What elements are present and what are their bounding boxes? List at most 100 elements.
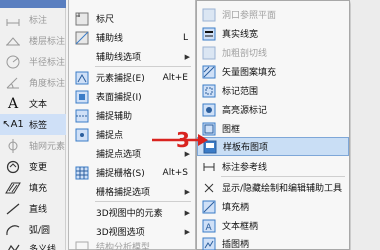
tool-fill[interactable]: 填充 — [0, 177, 66, 198]
tool-radial-dimension[interactable]: 半径标注 — [0, 51, 66, 72]
submenu-item-label: 真实线宽 — [222, 30, 259, 40]
level-dimension-icon — [2, 32, 24, 50]
tool-level-dimension[interactable]: 楼层标注 — [0, 30, 66, 51]
menu-item-ruler[interactable]: 标尺 — [69, 9, 195, 28]
menu-item-label: 捕捉点选项 — [96, 150, 142, 160]
snap-point-icon — [74, 127, 90, 143]
submenu-item-figure-handles[interactable]: 插图柄 — [197, 234, 349, 250]
polyline-icon — [2, 240, 24, 250]
grid-element-icon — [2, 137, 24, 155]
menu-item-label: 表面捕捉(I) — [96, 93, 142, 103]
submenu-item-bold-cut-lines[interactable]: 加粗剖切线 — [197, 43, 349, 62]
submenu-item-marker-range[interactable]: 标记范围 — [197, 81, 349, 100]
menu-divider — [95, 66, 191, 67]
blank-icon — [74, 146, 90, 162]
menu-item-grid-snap-options[interactable]: 栅格捕捉选项 ▶ — [69, 182, 195, 201]
arc-circle-icon — [2, 221, 24, 239]
radial-dimension-icon — [2, 53, 24, 71]
svg-text:A: A — [205, 223, 212, 233]
tool-dimension[interactable]: 标注 — [0, 9, 66, 30]
tool-grid-element[interactable]: 轴网元素 — [0, 135, 66, 156]
menu-item-surface-snap[interactable]: 表面捕捉(I) — [69, 87, 195, 106]
menu-item-guideline-options[interactable]: 辅助线选项 ▶ — [69, 47, 195, 66]
submenu-item-label: 图框 — [222, 125, 241, 135]
menu-shortcut: L — [182, 32, 188, 43]
menu-item-label: 辅助线 — [96, 34, 124, 44]
menu-item-label: 元素捕捉(E) — [96, 74, 145, 84]
submenu-item-label: 插图柄 — [222, 240, 250, 250]
line-weight-icon — [201, 26, 216, 41]
tool-text[interactable]: A 文本 — [0, 93, 66, 114]
submenu-item-label: 填充柄 — [222, 203, 250, 213]
tool-label: 直线 — [29, 205, 48, 215]
submenu-item-label: 加粗剖切线 — [222, 49, 268, 59]
menu-item-label: 捕捉栅格(S) — [96, 169, 145, 179]
menu-item-element-snap[interactable]: 元素捕捉(E) Alt+E — [69, 68, 195, 87]
marker-range-icon — [201, 83, 216, 98]
submenu-item-opening-reference-plane[interactable]: 洞口参照平面 — [197, 5, 349, 24]
annotation-number: 3 — [176, 128, 190, 152]
tool-label: 变更 — [29, 163, 48, 173]
menu-item-label: 3D视图中的元素 — [96, 209, 163, 219]
change-icon — [2, 158, 24, 176]
menu-item-snap-guides[interactable]: 捕捉辅助 — [69, 106, 195, 125]
submenu-item-text-box-handles[interactable]: A 文本框柄 — [197, 216, 349, 235]
blank-icon — [74, 49, 90, 65]
submenu-item-label: 文本框柄 — [222, 222, 259, 232]
submenu-item-show-hide-drafting-aids[interactable]: 显示/隐藏绘制和编辑辅助工具 — [197, 178, 349, 197]
tool-label: 楼层标注 — [29, 37, 66, 47]
submenu-arrow-icon: ▶ — [184, 227, 190, 236]
drafting-aids-icon — [201, 180, 216, 195]
submenu-item-label: 标记范围 — [222, 87, 259, 97]
line-icon — [2, 200, 24, 218]
submenu-item-label: 显示/隐藏绘制和编辑辅助工具 — [222, 184, 343, 194]
tool-label: 填充 — [29, 184, 48, 194]
menu-item-label: 捕捉辅助 — [96, 112, 133, 122]
tool-label: 半径标注 — [29, 58, 66, 68]
tool-label-tool[interactable]: ↖A1 标签 — [0, 114, 66, 135]
submenu-item-highlight-source-markers[interactable]: 高亮源标记 — [197, 100, 349, 119]
submenu-item-label: 样板布图项 — [223, 143, 269, 153]
menu-item-label: 捕捉点 — [96, 131, 124, 141]
tool-label: 角度标注 — [29, 79, 66, 89]
submenu-arrow-icon: ▶ — [184, 187, 190, 196]
view-menu: 标尺 辅助线 L 辅助线选项 ▶ 元素捕捉(E) Alt+E 表面捕捉(I) 捕… — [68, 0, 196, 250]
submenu-item-dimension-reference-lines[interactable]: 标注参考线 — [197, 157, 349, 176]
label-icon: ↖A1 — [2, 119, 24, 130]
figure-handle-icon — [201, 236, 216, 250]
toolbox-header — [0, 0, 66, 8]
submenu-item-fill-handles[interactable]: 填充柄 — [197, 197, 349, 216]
menu-shortcut: Alt+E — [162, 72, 188, 83]
menu-shortcut: Alt+S — [162, 167, 188, 178]
tool-arc-circle[interactable]: 弧/圆 — [0, 219, 66, 240]
element-snap-icon — [74, 70, 90, 86]
fill-handle-icon — [201, 199, 216, 214]
menu-item-structural-analysis[interactable]: 结构分析模型 — [69, 240, 195, 250]
bold-cut-line-icon — [201, 45, 216, 60]
ruler-icon — [74, 11, 90, 27]
opening-reference-icon — [201, 7, 216, 22]
fill-icon — [2, 179, 24, 197]
tool-change[interactable]: 变更 — [0, 156, 66, 177]
menu-item-label: 3D视图选项 — [96, 228, 145, 238]
tool-line[interactable]: 直线 — [0, 198, 66, 219]
menu-item-label: 结构分析模型 — [96, 242, 151, 250]
blank-icon — [74, 184, 90, 200]
tool-label: 标签 — [29, 121, 48, 131]
vector-hatch-icon — [201, 64, 216, 79]
menu-divider — [95, 201, 191, 202]
tool-angle-dimension[interactable]: 角度标注 — [0, 72, 66, 93]
submenu-arrow-icon: ▶ — [184, 208, 190, 217]
menu-item-snap-grid[interactable]: 捕捉栅格(S) Alt+S — [69, 163, 195, 182]
submenu-arrow-icon: ▶ — [184, 52, 190, 61]
angle-dimension-icon — [2, 74, 24, 92]
submenu-item-true-line-weight[interactable]: 真实线宽 — [197, 24, 349, 43]
text-box-handle-icon: A — [201, 218, 216, 233]
submenu-item-vector-hatching[interactable]: 矢量图案填充 — [197, 62, 349, 81]
menu-item-label: 辅助线选项 — [96, 53, 142, 63]
submenu-item-label: 矢量图案填充 — [222, 68, 277, 78]
dimension-icon — [2, 11, 24, 29]
tool-polyline[interactable]: 多义线 — [0, 238, 66, 250]
menu-item-guidelines[interactable]: 辅助线 L — [69, 28, 195, 47]
menu-item-3d-view-elements[interactable]: 3D视图中的元素 ▶ — [69, 203, 195, 222]
